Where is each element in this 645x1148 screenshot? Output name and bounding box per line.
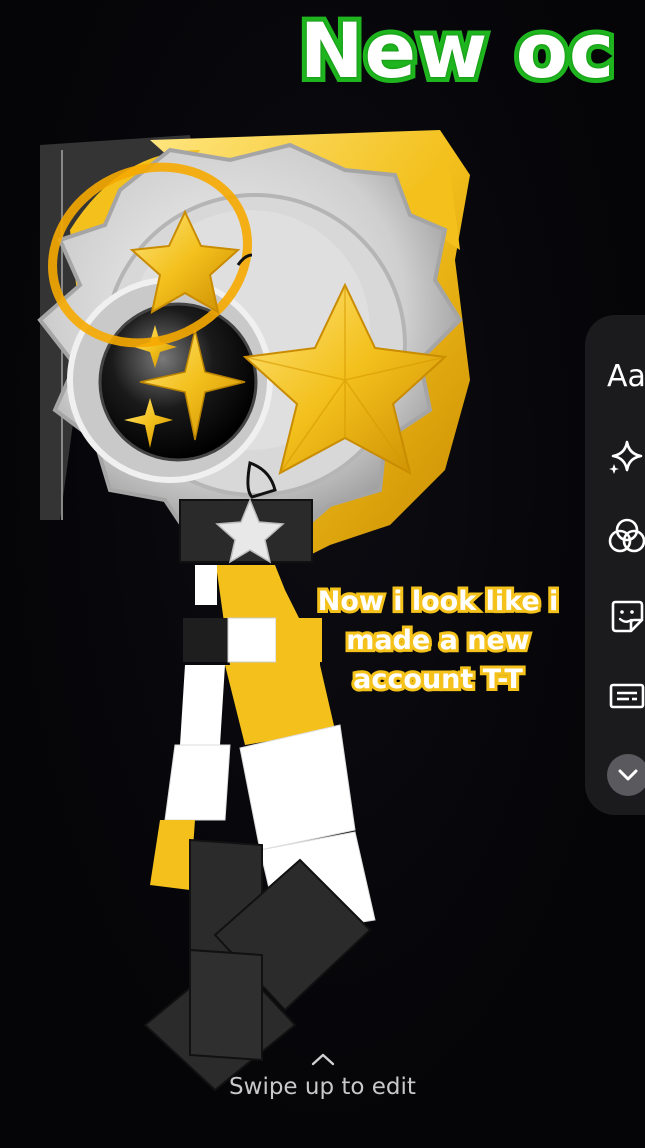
swipe-up-hint[interactable]: Swipe up to edit bbox=[0, 1050, 645, 1130]
more-tools-button[interactable] bbox=[595, 735, 645, 815]
chevron-up-icon bbox=[311, 1053, 334, 1066]
caption-icon bbox=[609, 683, 645, 708]
filters-tool-button[interactable] bbox=[595, 496, 645, 576]
caption-line-3: account T-T bbox=[350, 661, 526, 698]
sticker-icon bbox=[611, 600, 644, 633]
caption-line-1: Now i look like i bbox=[315, 583, 562, 620]
character-illustration bbox=[37, 130, 470, 1092]
story-caption-text[interactable]: Now i look like i made a new account T-T bbox=[312, 582, 564, 699]
story-editor-canvas: New oc Now i look like i made a new acco… bbox=[0, 0, 645, 1148]
effects-tool-button[interactable] bbox=[595, 417, 645, 497]
more-circle bbox=[607, 754, 645, 797]
filter-circles-icon bbox=[608, 518, 645, 553]
caption-line-2: made a new bbox=[343, 622, 533, 659]
text-tool-button[interactable]: Aa bbox=[595, 337, 645, 417]
chevron-down-icon bbox=[618, 769, 638, 781]
sparkle-icon bbox=[609, 440, 643, 474]
edit-toolbar: Aa bbox=[585, 315, 645, 815]
text-icon: Aa bbox=[607, 359, 645, 395]
story-title-text[interactable]: New oc bbox=[295, 1, 619, 100]
sticker-tool-button[interactable] bbox=[595, 576, 645, 656]
caption-tool-button[interactable] bbox=[595, 656, 645, 736]
swipe-up-label: Swipe up to edit bbox=[229, 1074, 416, 1100]
